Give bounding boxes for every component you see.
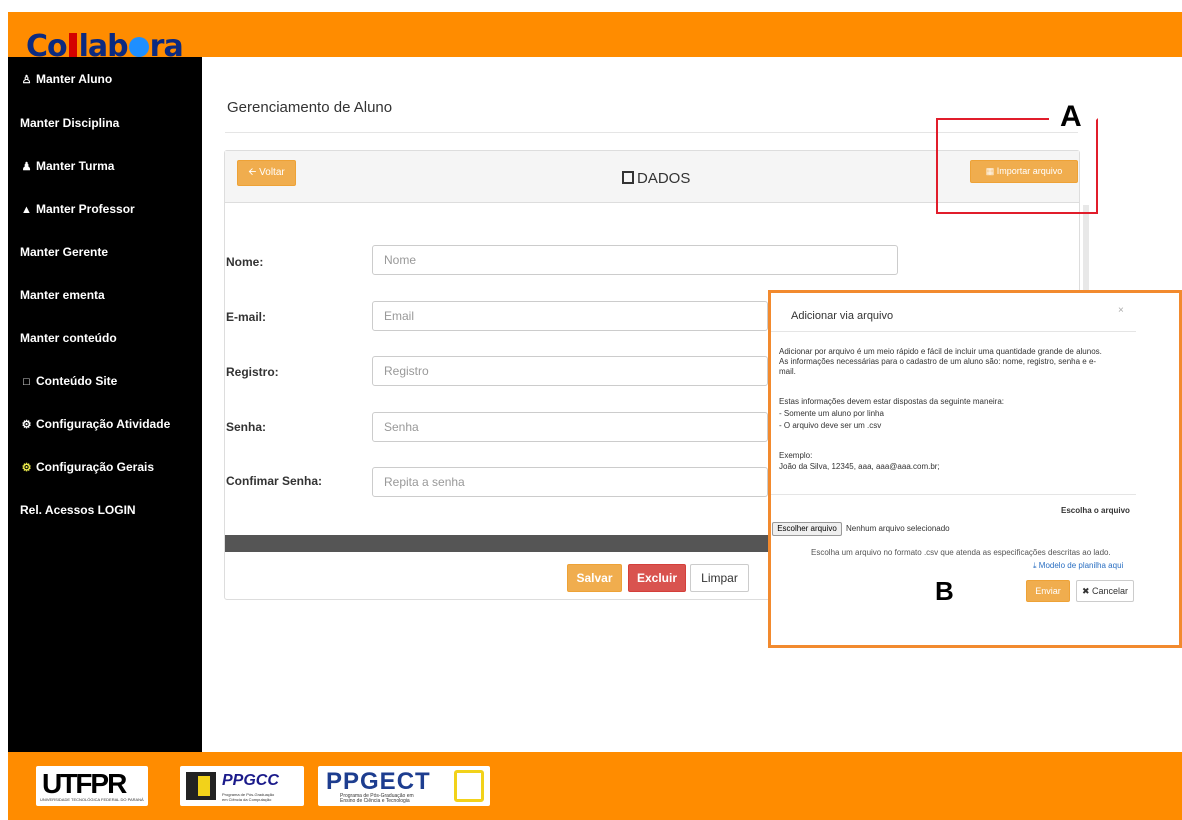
sidebar-item-label: Manter Disciplina <box>20 116 120 130</box>
back-button[interactable]: 🡨 Voltar <box>237 160 296 186</box>
close-icon: ✖ <box>1081 586 1090 596</box>
cog-icon: ⚙ <box>21 419 32 431</box>
modal-intro-line-3: mail. <box>779 367 796 376</box>
choose-file-label: Escolha o arquivo <box>1061 506 1130 515</box>
name-label: Nome: <box>226 255 264 269</box>
divider <box>771 331 1136 332</box>
modal-example-title: Exemplo: <box>779 451 813 460</box>
sidebar-item-label: Manter ementa <box>20 288 105 302</box>
sidebar-item-configuracao-atividade[interactable]: ⚙ Configuração Atividade <box>20 417 171 431</box>
sidebar-item-configuracao-gerais[interactable]: ⚙ Configuração Gerais <box>20 460 154 474</box>
download-icon: ⤓ <box>1033 561 1037 570</box>
email-label: E-mail: <box>226 310 267 324</box>
panel-title: DADOS <box>622 170 690 187</box>
ppgcc-logo-subtitle: Programa de Pós-Graduação em Ciência da C… <box>222 792 274 802</box>
logo-bar-mark <box>68 33 77 59</box>
ppgcc-logo[interactable]: PPGCC Programa de Pós-Graduação em Ciênci… <box>180 766 304 806</box>
modal-rule-2: - O arquivo deve ser um .csv <box>779 421 882 430</box>
page-title: Gerenciamento de Aluno <box>227 99 393 116</box>
file-format-hint: Escolha um arquivo no formato .csv que a… <box>811 548 1111 557</box>
footer: UTFPR UNIVERSIDADE TECNOLÓGICA FEDERAL D… <box>8 752 1182 820</box>
cancel-button-label: Cancelar <box>1092 586 1129 596</box>
send-button[interactable]: Enviar <box>1026 580 1070 602</box>
graduation-cap-icon: ▲ <box>21 204 32 216</box>
modal-rule-1: - Somente um aluno por linha <box>779 409 884 418</box>
modal-title: Adicionar via arquivo <box>791 310 894 322</box>
users-icon: ♟ <box>21 161 32 173</box>
password-label: Senha: <box>226 420 267 434</box>
cog-icon: ⚙ <box>21 462 32 474</box>
delete-button[interactable]: Excluir <box>628 564 686 592</box>
modal-example: João da Silva, 12345, aaa, aaa@aaa.com.b… <box>779 462 940 471</box>
utfpr-logo-title: UTFPR <box>42 768 127 799</box>
sidebar-item-label: Configuração Atividade <box>36 417 171 431</box>
modal-intro-line-2: As informações necessárias para o cadast… <box>779 357 1097 366</box>
sidebar-item-label: Manter Aluno <box>36 72 113 86</box>
registro-input[interactable] <box>372 356 768 386</box>
sidebar-item-label: Rel. Acessos LOGIN <box>20 503 136 517</box>
spreadsheet-template-link[interactable]: ⤓ Modelo de planilha aqui <box>1033 561 1123 571</box>
back-button-label: Voltar <box>259 167 285 178</box>
ppgect-logo[interactable]: PPGECT Programa de Pós-Graduação em Ensin… <box>318 766 490 806</box>
arrow-left-icon: 🡨 <box>248 167 257 178</box>
confirm-password-input[interactable] <box>372 467 768 497</box>
confirm-password-label: Confimar Senha: <box>226 474 323 488</box>
utfpr-logo[interactable]: UTFPR UNIVERSIDADE TECNOLÓGICA FEDERAL D… <box>36 766 148 806</box>
save-button[interactable]: Salvar <box>567 564 622 592</box>
sidebar-item-manter-disciplina[interactable]: Manter Disciplina <box>20 116 119 130</box>
password-input[interactable] <box>372 412 768 442</box>
ppgcc-sub-line-2: em Ciência da Computação <box>222 797 272 802</box>
square-icon: □ <box>23 376 30 388</box>
sidebar: ♙ Manter Aluno Manter Disciplina ♟ Manter … <box>8 57 202 752</box>
scrollbar[interactable] <box>1083 205 1089 295</box>
annotation-label-b: B <box>935 576 954 606</box>
list-icon <box>622 171 634 184</box>
cancel-button[interactable]: ✖ Cancelar <box>1076 580 1134 602</box>
sidebar-item-rel-acessos-login[interactable]: Rel. Acessos LOGIN <box>20 503 136 517</box>
name-input[interactable] <box>372 245 898 275</box>
sidebar-item-manter-gerente[interactable]: Manter Gerente <box>20 245 108 259</box>
sidebar-item-label: Manter Turma <box>36 159 115 173</box>
modal-rules-title: Estas informações devem estar dispostas … <box>779 397 1005 406</box>
close-icon[interactable]: × <box>1118 305 1124 316</box>
ppgect-emblem-icon <box>454 770 484 802</box>
import-modal: Adicionar via arquivo × Adicionar por ar… <box>768 290 1182 648</box>
utfpr-logo-subtitle: UNIVERSIDADE TECNOLÓGICA FEDERAL DO PARA… <box>40 797 144 802</box>
logo-circle-mark <box>128 37 149 57</box>
ppgcc-emblem-icon <box>186 772 216 800</box>
modal-intro-line-1: Adicionar por arquivo é um meio rápido e… <box>779 347 1102 356</box>
file-status-text: Nenhum arquivo selecionado <box>846 524 950 533</box>
ppgect-sub-line-2: Ensino de Ciência e Tecnologia <box>340 798 410 804</box>
sidebar-item-conteudo-site[interactable]: □ Conteúdo Site <box>20 374 117 388</box>
annotation-box-a <box>936 118 1098 214</box>
sidebar-item-label: Configuração Gerais <box>36 460 155 474</box>
ppgect-logo-title: PPGECT <box>326 768 431 795</box>
sidebar-item-label: Manter Gerente <box>20 245 109 259</box>
panel-title-text: DADOS <box>637 170 691 187</box>
sidebar-item-manter-professor[interactable]: ▲ Manter Professor <box>20 202 135 216</box>
sidebar-item-manter-ementa[interactable]: Manter ementa <box>20 288 105 302</box>
sidebar-item-label: Manter Professor <box>36 202 135 216</box>
sidebar-item-manter-turma[interactable]: ♟ Manter Turma <box>20 159 115 173</box>
clear-button[interactable]: Limpar <box>690 564 749 592</box>
ppgcc-logo-title: PPGCC <box>222 772 279 789</box>
sidebar-item-label: Manter conteúdo <box>20 331 117 345</box>
sidebar-item-manter-aluno[interactable]: ♙ Manter Aluno <box>20 72 113 86</box>
user-icon: ♙ <box>21 74 32 86</box>
top-header: Co lab ra <box>8 12 1182 64</box>
sidebar-item-label: Conteúdo Site <box>36 374 118 388</box>
ppgect-logo-subtitle: Programa de Pós-Graduação em Ensino de Ci… <box>340 794 414 804</box>
email-input[interactable] <box>372 301 768 331</box>
template-link-label: Modelo de planilha aqui <box>1038 561 1124 570</box>
sidebar-item-manter-conteudo[interactable]: Manter conteúdo <box>20 331 117 345</box>
registro-label: Registro: <box>226 365 279 379</box>
choose-file-button[interactable]: Escolher arquivo <box>772 522 842 536</box>
divider <box>771 494 1136 495</box>
